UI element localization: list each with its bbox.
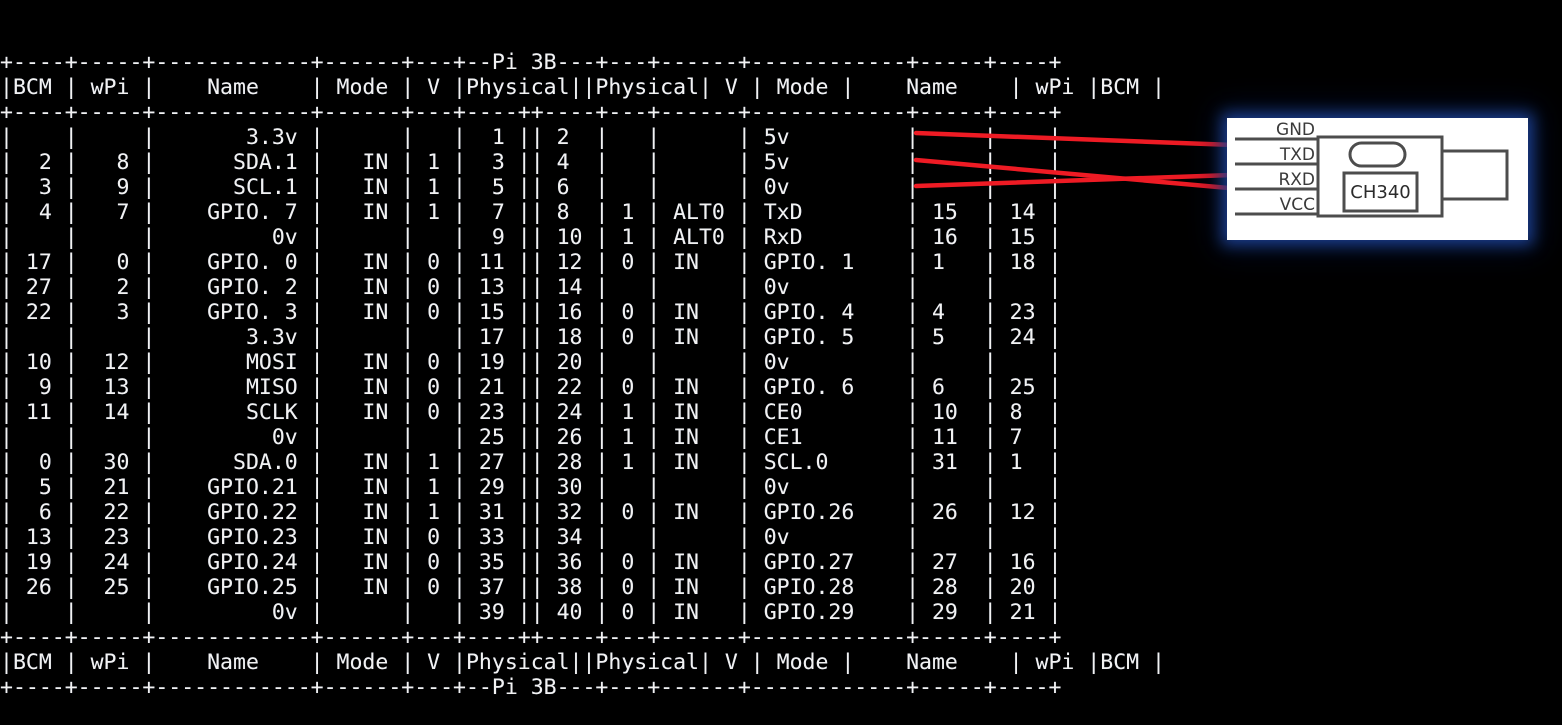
ch340-adapter-drawing: GND TXD RXD VCC CH340 bbox=[1235, 120, 1509, 218]
terminal-text: +----+-----+------------+------+---+--Pi… bbox=[0, 50, 1165, 700]
oblong-component-icon bbox=[1348, 141, 1407, 168]
gpio-readall-terminal: +----+-----+------------+------+---+--Pi… bbox=[0, 0, 1180, 700]
pin-label-rxd: RXD bbox=[1278, 170, 1315, 190]
ch340-adapter-panel: GND TXD RXD VCC CH340 bbox=[1227, 118, 1528, 240]
pin-label-txd: TXD bbox=[1279, 145, 1315, 165]
pin-label-gnd: GND bbox=[1276, 120, 1315, 140]
pin-label-vcc: VCC bbox=[1280, 195, 1315, 215]
chip-label: CH340 bbox=[1350, 182, 1410, 203]
usb-connector-icon bbox=[1440, 149, 1509, 201]
